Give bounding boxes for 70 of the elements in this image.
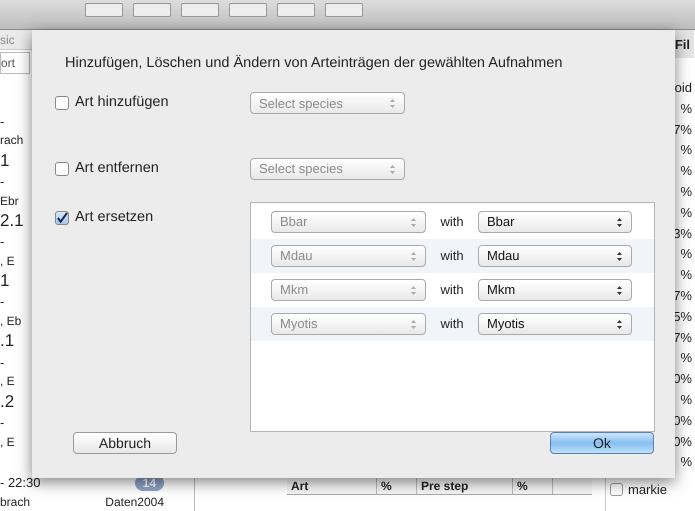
item-time: - 22:30 <box>0 474 40 492</box>
stepper-arrows-icon <box>410 250 417 262</box>
dialog-title: Hinzufügen, Löschen und Ändern von Arteinträgen der gewählten Aufnahmen <box>64 54 564 73</box>
item-place: , E <box>0 252 15 270</box>
ok-button[interactable]: Ok <box>550 432 654 454</box>
item-place: brach <box>0 494 30 511</box>
item-title: .2 <box>0 392 14 411</box>
table-cell-text: % <box>680 100 693 118</box>
checkbox[interactable] <box>55 162 69 176</box>
stepper-arrows-icon <box>389 98 396 109</box>
item-place: rach <box>0 132 24 150</box>
species-popup[interactable]: Myotis <box>478 313 632 335</box>
table-cell-text: % <box>680 390 693 409</box>
item-title: 1 <box>0 150 10 170</box>
checkbox-label: Art entfernen <box>75 159 159 178</box>
item-time: - <box>0 414 4 432</box>
toolbar-icon[interactable] <box>277 3 315 17</box>
table-cell-text: oid <box>674 79 693 97</box>
item-place: , E <box>0 434 15 451</box>
checkbox[interactable] <box>55 210 69 225</box>
cancel-button[interactable]: Abbruch <box>73 432 177 454</box>
species-popup[interactable]: Mdau <box>478 245 632 267</box>
table-cell-text: 7% <box>673 328 693 347</box>
toolbar-icon[interactable] <box>325 3 363 17</box>
stepper-arrows-icon <box>410 216 417 228</box>
table-cell-text: % <box>680 204 693 222</box>
item-title: 2.1 <box>0 210 24 230</box>
stepper-arrows-icon <box>410 318 417 330</box>
item-place: , E <box>0 373 15 390</box>
joiner-label: with <box>439 315 465 334</box>
joiner-label: with <box>439 281 465 300</box>
table-cell-text: % <box>680 245 693 264</box>
item-title: .1 <box>0 331 14 350</box>
joiner-label: with <box>439 213 465 232</box>
checkbox-label: markie <box>628 480 668 498</box>
joiner-label: with <box>439 247 465 266</box>
checkbox-label: Art ersetzen <box>75 208 154 227</box>
table-cell-text: % <box>680 266 693 284</box>
species-popup[interactable]: Mkm <box>478 279 632 301</box>
toolbar-icon[interactable] <box>229 3 267 17</box>
item-time: - <box>0 172 4 191</box>
item-source: Daten2004 <box>105 494 164 511</box>
table-cell-text: % <box>680 182 693 201</box>
table-cell-text: 7% <box>673 286 693 305</box>
item-time: - <box>0 233 4 252</box>
checkbox[interactable] <box>610 482 623 496</box>
item-place: Ebr <box>0 192 19 210</box>
table-cell-text: % <box>680 162 693 180</box>
stepper-arrows-icon <box>616 284 623 296</box>
item-place: , Eb <box>0 313 22 330</box>
table-cell-text: % <box>680 349 693 368</box>
stepper-arrows-icon <box>616 250 623 262</box>
stepper-arrows-icon <box>616 318 623 330</box>
item-time: - <box>0 354 4 372</box>
checkbox-label: Art hinzufügen <box>75 93 169 112</box>
stepper-arrows-icon <box>389 164 396 175</box>
item-title: 1 <box>0 271 10 290</box>
stepper-arrows-icon <box>616 216 623 228</box>
item-time: - <box>0 293 4 312</box>
table-cell-text: % <box>680 141 693 160</box>
species-popup[interactable]: Bbar <box>478 211 632 233</box>
sort-field[interactable]: ort <box>0 52 30 74</box>
item-time: - <box>0 112 4 131</box>
table-cell-text: % <box>680 453 693 472</box>
checkbox[interactable] <box>55 96 69 110</box>
table-cell-text: 7% <box>673 120 693 139</box>
toolbar-icon[interactable] <box>133 3 171 17</box>
toolbar-icon[interactable] <box>181 3 219 17</box>
stepper-arrows-icon <box>410 284 417 296</box>
toolbar-icon[interactable] <box>85 3 123 17</box>
